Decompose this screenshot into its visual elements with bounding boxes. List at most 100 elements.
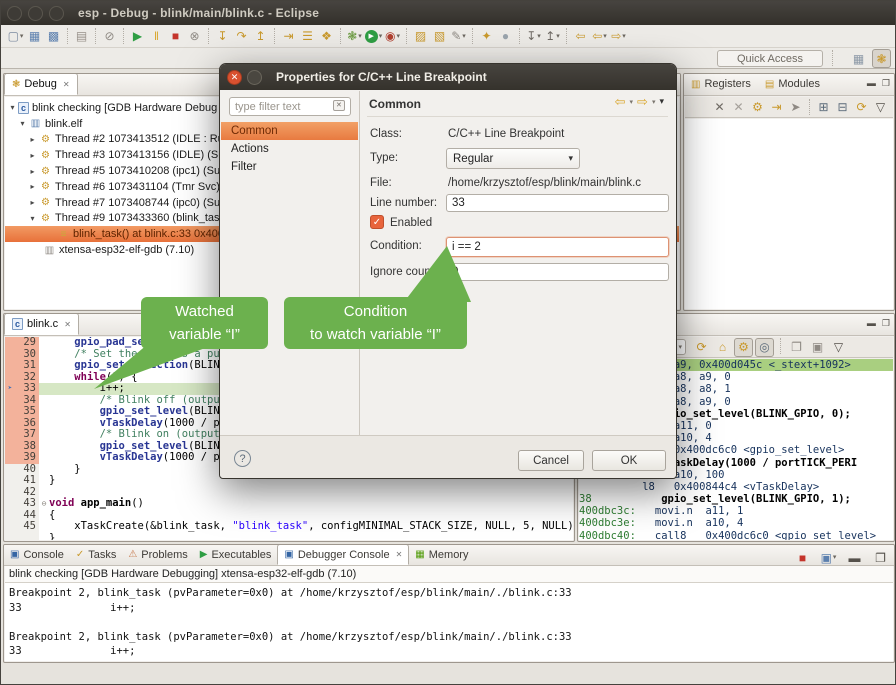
run-icon[interactable]: ▶▾ xyxy=(364,27,383,46)
view-menu-icon[interactable]: ▽ xyxy=(829,338,848,357)
tab-console[interactable]: ▣Console xyxy=(4,544,70,565)
remove-all-register-groups-icon[interactable]: ✕ xyxy=(729,98,748,117)
sphere-icon[interactable]: ● xyxy=(496,27,515,46)
dialog-nav-common[interactable]: Common xyxy=(221,122,358,140)
back-icon[interactable]: ⇦▾ xyxy=(590,27,609,46)
remove-register-group-icon[interactable]: ✕ xyxy=(710,98,729,117)
step-over-icon[interactable]: ↷ xyxy=(232,27,251,46)
track-expression-icon[interactable]: ◎ xyxy=(755,338,774,357)
home-icon[interactable]: ⌂ xyxy=(713,338,732,357)
expand-icon[interactable]: ▾ xyxy=(7,103,18,112)
line-number-input[interactable] xyxy=(446,194,669,212)
forward-icon[interactable]: ⇨ xyxy=(637,95,648,108)
prev-annotation-icon[interactable]: ↥▾ xyxy=(543,27,562,46)
maximize-icon[interactable]: ❐ xyxy=(882,78,890,89)
disconnect-icon[interactable]: ⊗ xyxy=(185,27,204,46)
profile-icon[interactable]: ❖ xyxy=(317,27,336,46)
dialog-nav-actions[interactable]: Actions xyxy=(221,140,358,158)
show-source-icon[interactable]: ⚙ xyxy=(734,338,753,357)
window-maximize-button[interactable] xyxy=(49,6,64,21)
close-icon[interactable]: ✕ xyxy=(396,550,403,559)
back-icon[interactable]: ⇦ xyxy=(615,95,626,108)
skip-breakpoints-icon[interactable]: ⊘ xyxy=(100,27,119,46)
view-menu-icon[interactable]: ▽ xyxy=(871,98,890,117)
export-registers-icon[interactable]: ⇥ xyxy=(767,98,786,117)
fold-icon[interactable]: ⊖ xyxy=(39,498,49,510)
chevron-down-icon[interactable]: ▾ xyxy=(630,98,634,106)
dialog-close-button[interactable]: ✕ xyxy=(227,70,242,85)
expand-icon[interactable]: ▸ xyxy=(27,151,38,160)
expand-icon[interactable]: ▾ xyxy=(27,214,38,223)
save-all-icon[interactable]: ▩ xyxy=(44,27,63,46)
import-folder-icon[interactable]: ▧ xyxy=(430,27,449,46)
chevron-down-icon[interactable]: ▾ xyxy=(652,98,656,106)
close-icon[interactable]: ✕ xyxy=(64,320,71,329)
instruction-stepping-icon[interactable]: ⇥ xyxy=(279,27,298,46)
ignore-count-input[interactable] xyxy=(446,263,669,281)
pin-view-icon[interactable]: ➤ xyxy=(786,98,805,117)
expand-icon[interactable]: ▸ xyxy=(27,135,38,144)
minimize-icon[interactable]: ▬ xyxy=(867,318,876,329)
tab-problems[interactable]: ⚠Problems xyxy=(122,544,193,565)
debug-icon[interactable]: ❃▾ xyxy=(345,27,364,46)
disassembly-line[interactable]: 400dbc40: call8 0x400dc6c0 <gpio_set_lev… xyxy=(579,530,893,540)
console-output[interactable]: Breakpoint 2, blink_task (pvParameter=0x… xyxy=(5,583,893,661)
forward-icon[interactable]: ⇨▾ xyxy=(609,27,628,46)
tab-debug[interactable]: ❃ Debug ✕ xyxy=(4,73,78,95)
expand-icon[interactable]: ▾ xyxy=(17,119,28,128)
terminate-console-icon[interactable]: ■ xyxy=(793,548,812,567)
dialog-maximize-button[interactable] xyxy=(247,70,262,85)
open-folder-icon[interactable]: ▨ xyxy=(411,27,430,46)
editor-line[interactable]: 45 xTaskCreate(&blink_task, "blink_task"… xyxy=(5,521,573,533)
open-new-view-icon[interactable]: ❐ xyxy=(787,338,806,357)
tab-debugger-console[interactable]: ▣Debugger Console✕ xyxy=(277,544,409,565)
ok-button[interactable]: OK xyxy=(592,450,666,471)
binary-file-icon[interactable]: ▤ xyxy=(72,27,91,46)
type-select[interactable]: Regular ▾ xyxy=(446,148,580,169)
expand-icon[interactable]: ▸ xyxy=(27,198,38,207)
tab-blink-c[interactable]: c blink.c ✕ xyxy=(4,313,79,335)
editor-line[interactable]: } xyxy=(5,533,573,541)
breakpoint-icon[interactable]: ➤ xyxy=(5,383,15,395)
enabled-checkbox[interactable]: ✓ xyxy=(370,215,384,229)
tab-registers[interactable]: ▥Registers xyxy=(684,73,758,95)
expand-all-icon[interactable]: ⊞ xyxy=(814,98,833,117)
maximize-icon[interactable]: ❐ xyxy=(882,318,890,329)
quick-access-box[interactable]: Quick Access xyxy=(717,50,823,67)
minimize-icon[interactable]: ▬ xyxy=(845,548,864,567)
annotate-icon[interactable]: ✎▾ xyxy=(449,27,468,46)
pin-view-icon[interactable]: ▣ xyxy=(808,338,827,357)
display-selected-console-icon[interactable]: ▣▾ xyxy=(819,548,838,567)
next-annotation-icon[interactable]: ↧▾ xyxy=(524,27,543,46)
clear-filter-icon[interactable]: ✕ xyxy=(333,100,345,111)
terminate-icon[interactable]: ■ xyxy=(166,27,185,46)
editor-line[interactable]: 43⊖void app_main() xyxy=(5,498,573,510)
help-icon[interactable]: ? xyxy=(234,450,251,467)
tab-memory[interactable]: ▦Memory xyxy=(409,544,474,565)
disassembly-line[interactable]: 400dbc3e: movi.n a10, 4 xyxy=(579,517,893,529)
last-edit-location-icon[interactable]: ⇦ xyxy=(571,27,590,46)
tab-executables[interactable]: ▶Executables xyxy=(194,544,278,565)
save-icon[interactable]: ▦ xyxy=(25,27,44,46)
disassembly-line[interactable]: l8 0x400844c4 <vTaskDelay> xyxy=(579,481,893,493)
new-wizard-icon[interactable]: ▢▾ xyxy=(6,27,25,46)
cancel-button[interactable]: Cancel xyxy=(518,450,584,471)
expand-icon[interactable]: ▸ xyxy=(27,182,38,191)
tab-tasks[interactable]: ✓Tasks xyxy=(70,544,123,565)
resume-icon[interactable]: ▶ xyxy=(128,27,147,46)
refresh-icon[interactable]: ⟳ xyxy=(852,98,871,117)
expand-icon[interactable]: ▸ xyxy=(27,167,38,176)
refresh-view-icon[interactable]: ⟳ xyxy=(692,338,711,357)
window-minimize-button[interactable] xyxy=(28,6,43,21)
condition-input[interactable] xyxy=(446,237,669,257)
external-tools-icon[interactable]: ◉▾ xyxy=(383,27,402,46)
dialog-nav-filter[interactable]: Filter xyxy=(221,158,358,176)
tab-modules[interactable]: ▤Modules xyxy=(758,73,827,95)
trace-icon[interactable]: ☰ xyxy=(298,27,317,46)
mark-occurrences-icon[interactable]: ✦ xyxy=(477,27,496,46)
disassembly-line[interactable]: 400dbc3c: movi.n a11, 1 xyxy=(579,505,893,517)
suspend-icon[interactable]: ‖ xyxy=(147,27,166,46)
open-perspective-icon[interactable]: ▦ xyxy=(849,49,868,68)
window-close-button[interactable] xyxy=(7,6,22,21)
step-into-icon[interactable]: ↧ xyxy=(213,27,232,46)
